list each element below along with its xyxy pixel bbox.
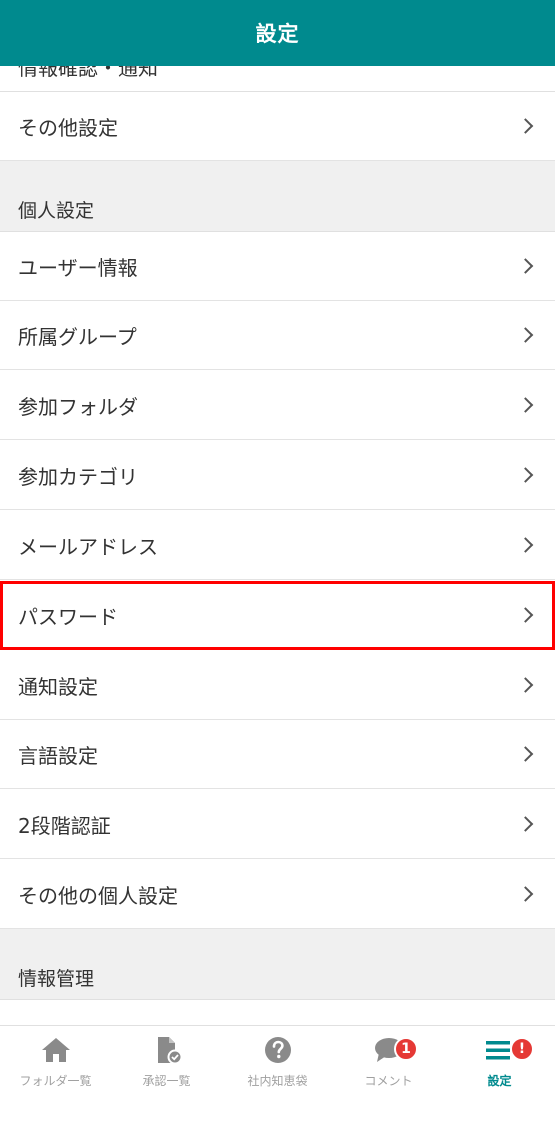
tab-folder-list[interactable]: フォルダ一覧 — [0, 1026, 111, 1096]
tab-label: 社内知恵袋 — [247, 1074, 308, 1088]
row-label: ユーザー情報 — [18, 255, 138, 280]
chevron-right-icon — [517, 816, 534, 832]
chevron-right-icon — [517, 397, 534, 413]
row-label: 所属グループ — [18, 324, 137, 349]
chevron-right-icon — [517, 537, 534, 553]
row-email[interactable]: メールアドレス — [0, 511, 555, 580]
row-label: 通知設定 — [18, 674, 98, 699]
tab-label: コメント — [364, 1074, 413, 1088]
row-folders[interactable]: 参加フォルダ — [0, 371, 555, 440]
row-notification-settings[interactable]: 通知設定 — [0, 651, 555, 720]
chevron-right-icon — [517, 327, 534, 343]
comment-count-badge: 1 — [394, 1037, 418, 1061]
tab-approval-list[interactable]: 承認一覧 — [111, 1026, 222, 1096]
row-label: パスワード — [18, 604, 118, 629]
section-header-info-management: 情報管理 — [0, 929, 555, 1000]
row-categories[interactable]: 参加カテゴリ — [0, 441, 555, 510]
row-user-info[interactable]: ユーザー情報 — [0, 232, 555, 301]
document-check-icon — [157, 1037, 182, 1064]
home-icon — [41, 1038, 70, 1062]
settings-list: 情報確認・通知 その他設定 個人設定 ユーザー情報 所属グループ 参加フォルダ … — [0, 0, 555, 1025]
section-label: 個人設定 — [18, 200, 95, 222]
chevron-right-icon — [517, 886, 534, 902]
row-label: 2段階認証 — [18, 813, 111, 838]
chevron-right-icon — [517, 118, 534, 134]
tab-settings[interactable]: ! 設定 — [444, 1026, 555, 1096]
row-groups[interactable]: 所属グループ — [0, 301, 555, 370]
row-other-personal-settings[interactable]: その他の個人設定 — [0, 860, 555, 929]
row-password[interactable]: パスワード — [0, 581, 555, 650]
tab-comments[interactable]: 1 コメント — [333, 1026, 444, 1096]
row-other-settings[interactable]: その他設定 — [0, 92, 555, 161]
row-label: 参加フォルダ — [18, 394, 138, 419]
row-label: メールアドレス — [18, 534, 158, 559]
app-header: 設定 — [0, 0, 555, 66]
section-label: 情報管理 — [18, 968, 95, 990]
row-label: 言語設定 — [18, 743, 98, 768]
row-label: その他設定 — [18, 115, 118, 140]
tab-label: 承認一覧 — [142, 1074, 191, 1088]
settings-alert-badge: ! — [510, 1037, 534, 1061]
chevron-right-icon — [517, 677, 534, 693]
row-language-settings[interactable]: 言語設定 — [0, 720, 555, 789]
row-label: 参加カテゴリ — [18, 464, 138, 489]
question-icon — [264, 1037, 291, 1063]
row-two-factor[interactable]: 2段階認証 — [0, 790, 555, 859]
section-header-personal: 個人設定 — [0, 161, 555, 232]
chevron-right-icon — [517, 746, 534, 762]
page-title: 設定 — [255, 22, 300, 46]
chevron-right-icon — [517, 467, 534, 483]
tab-label: 設定 — [487, 1074, 512, 1088]
chevron-right-icon — [517, 607, 534, 623]
chevron-right-icon — [517, 258, 534, 274]
tab-knowledge[interactable]: 社内知恵袋 — [222, 1026, 333, 1096]
tab-label: フォルダ一覧 — [19, 1074, 92, 1088]
row-label: その他の個人設定 — [18, 883, 178, 908]
bottom-tab-bar: フォルダ一覧 承認一覧 社内知恵袋 1 コメント ! 設定 — [0, 1025, 555, 1136]
